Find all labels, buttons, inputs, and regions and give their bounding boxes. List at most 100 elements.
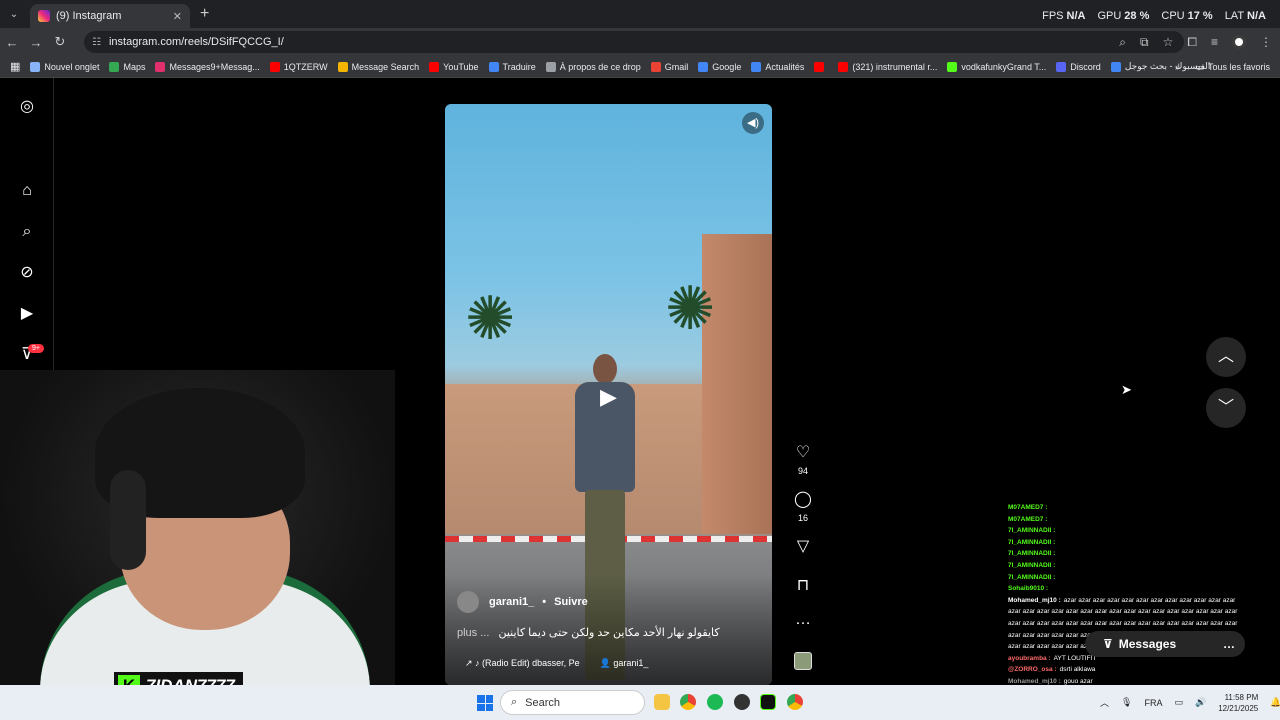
bookmark-item[interactable] (814, 61, 828, 72)
bookmark-favicon-icon (488, 61, 499, 72)
browser-menu-icon[interactable]: ⋮ (1260, 35, 1272, 49)
comment-icon[interactable]: ◯ (788, 489, 818, 509)
chat-message: 7I_AMINNADII : (1008, 572, 1243, 584)
chrome-active-icon[interactable] (787, 694, 803, 710)
zoom-icon[interactable]: ⌕ (1119, 35, 1126, 50)
reel-video[interactable]: ✺ ✺ ▶ ◀) garani1_ • Suivre plus ... كايق… (445, 104, 772, 685)
author-avatar[interactable] (457, 591, 479, 613)
chat-text: AYT LOUTIFIT (1053, 654, 1097, 662)
obs-icon[interactable] (734, 694, 750, 710)
notification-bell-icon[interactable]: 🔔 (1270, 697, 1280, 708)
save-bookmark-icon[interactable]: ⊓ (788, 575, 818, 595)
person-icon: 👤 (599, 658, 614, 668)
tab-search-button[interactable]: ⌄ (2, 2, 26, 26)
mouse-cursor-icon: ➤ (1121, 382, 1132, 397)
profile-avatar[interactable] (1232, 35, 1246, 49)
reel-caption[interactable]: plus ... كايقولو نهار الأحد مكاين حد ولك… (457, 626, 720, 639)
tab-instagram[interactable]: (9) Instagram ✕ (30, 4, 190, 28)
bookmark-item[interactable]: Actualités (751, 61, 804, 72)
bookmark-label: Gmail (664, 61, 689, 72)
bookmark-item[interactable]: YouTube (429, 61, 479, 72)
bookmark-item[interactable]: Google (698, 61, 741, 72)
more-options-icon[interactable]: … (788, 611, 818, 629)
next-reel-chevron-down-icon[interactable]: ﹀ (1206, 388, 1246, 428)
volume-icon[interactable]: 🔊 (1195, 697, 1206, 708)
bookmark-item[interactable]: Gmail (650, 61, 689, 72)
volume-icon[interactable]: ◀) (742, 112, 764, 134)
media-control-icon[interactable]: ≡ (1211, 35, 1218, 49)
tagged-username: garani1_ (613, 658, 649, 668)
home-icon[interactable]: ⌂ (17, 181, 37, 201)
chat-message: Sohaib9010 : (1008, 583, 1243, 595)
microphone-icon[interactable]: 🎙 (1121, 697, 1132, 708)
chat-username: Sohaib9010 : (1008, 585, 1049, 593)
bookmark-star-icon[interactable]: ☆ (1163, 35, 1174, 49)
bookmark-item[interactable]: Messages9+Messag... (155, 61, 260, 72)
bookmark-item[interactable]: (321) instrumental r... (838, 61, 937, 72)
chat-username: M07AMED7 : (1008, 515, 1048, 523)
tab-close-icon[interactable]: ✕ (173, 10, 182, 23)
bookmark-item[interactable]: À propos de ce drop (545, 61, 641, 72)
stream-chat-overlay: M07AMED7 : M07AMED7 : 7I_AMINNADII : 7I_AMI… (1008, 502, 1243, 688)
chat-username: 7I_AMINNADII : (1008, 561, 1056, 569)
tray-overflow-icon[interactable]: ︿ (1100, 696, 1109, 709)
clock[interactable]: 11:58 PM 12/21/2025 (1218, 692, 1258, 714)
bookmark-item[interactable]: Maps (109, 61, 145, 72)
back-arrow-icon[interactable]: ← (0, 35, 24, 50)
bookmark-item[interactable]: Discord (1056, 61, 1101, 72)
system-tray: ︿ 🎙 FRA ▭ 🔊 11:58 PM 12/21/2025 🔔 (1100, 685, 1280, 720)
windows-start-icon[interactable] (477, 695, 493, 711)
apps-grid-icon[interactable]: ▦ (10, 60, 20, 73)
instagram-logo-icon[interactable]: ◎ (17, 97, 37, 117)
spotify-icon[interactable] (707, 694, 723, 710)
reels-icon[interactable]: ▶ (17, 304, 37, 324)
instagram-favicon-icon (38, 10, 50, 22)
like-heart-icon[interactable]: ♡ (788, 442, 818, 462)
more-bookmarks-icon[interactable]: » (1175, 62, 1180, 72)
messages-dock[interactable]: ⊽ Messages … (1085, 631, 1245, 657)
person-head (593, 354, 617, 384)
follow-button[interactable]: Suivre (554, 596, 588, 608)
all-bookmarks-folder[interactable]: ▭ Tous les favoris (1195, 56, 1270, 77)
like-count: 94 (797, 466, 808, 476)
bookmark-item[interactable]: vodkafunkyGrand T... (947, 61, 1046, 72)
kick-app-icon[interactable] (760, 694, 776, 710)
messages-more-icon[interactable]: … (1223, 637, 1235, 651)
language-indicator[interactable]: FRA (1144, 698, 1162, 708)
previous-reel-chevron-up-icon[interactable]: ︿ (1206, 337, 1246, 377)
url-field[interactable]: ☷ instagram.com/reels/DSifFQCCG_I/ (84, 31, 1184, 53)
install-app-icon[interactable]: ⧉ (1140, 35, 1149, 50)
play-icon[interactable]: ▶ (600, 384, 617, 410)
audio-arrow-icon: ↗ ♪ (465, 658, 483, 668)
reload-icon[interactable]: ↻ (48, 34, 72, 50)
chat-username: 7I_AMINNADII : (1008, 527, 1056, 535)
bookmark-label: À propos de ce drop (559, 61, 641, 72)
forward-arrow-icon[interactable]: → (24, 35, 48, 50)
more-caption-link[interactable]: plus ... (457, 627, 489, 639)
audio-link[interactable]: ↗ ♪ (Radio Edit) dbasser, Pe (465, 658, 580, 669)
network-icon[interactable]: ▭ (1174, 697, 1183, 708)
reel-meta: ↗ ♪ (Radio Edit) dbasser, Pe 👤 garani1_ (465, 658, 648, 669)
extensions-icon[interactable]: ⧠ (1187, 35, 1197, 50)
new-tab-button[interactable]: + (200, 5, 209, 23)
taskbar-search[interactable]: ⌕ Search (500, 690, 645, 715)
share-icon[interactable]: ▽ (788, 536, 818, 556)
toolbar-actions: ⌕ ⧉ ☆ ⧠ ≡ ⋮ (1119, 28, 1272, 56)
tagged-user[interactable]: 👤 garani1_ (600, 658, 649, 669)
bookmark-item[interactable]: Traduire (488, 61, 536, 72)
audio-thumbnail[interactable] (794, 652, 812, 670)
chat-message: M07AMED7 : (1008, 514, 1243, 526)
bookmark-item[interactable]: 1QTZERW (269, 61, 328, 72)
bookmark-item[interactable]: Nouvel onglet (30, 61, 99, 72)
chrome-icon[interactable] (680, 694, 696, 710)
notification-badge: 9+ (28, 344, 44, 353)
site-info-icon[interactable]: ☷ (92, 37, 101, 48)
all-bookmarks-label: Tous les favoris (1207, 62, 1270, 72)
search-icon[interactable]: ⌕ (17, 222, 37, 242)
bookmark-favicon-icon (1110, 61, 1121, 72)
messages-label: Messages (1118, 637, 1177, 651)
file-explorer-icon[interactable] (654, 694, 670, 710)
author-username[interactable]: garani1_ (489, 596, 534, 608)
bookmark-item[interactable]: Message Search (337, 61, 419, 72)
explore-icon[interactable]: ⊘ (17, 263, 37, 283)
